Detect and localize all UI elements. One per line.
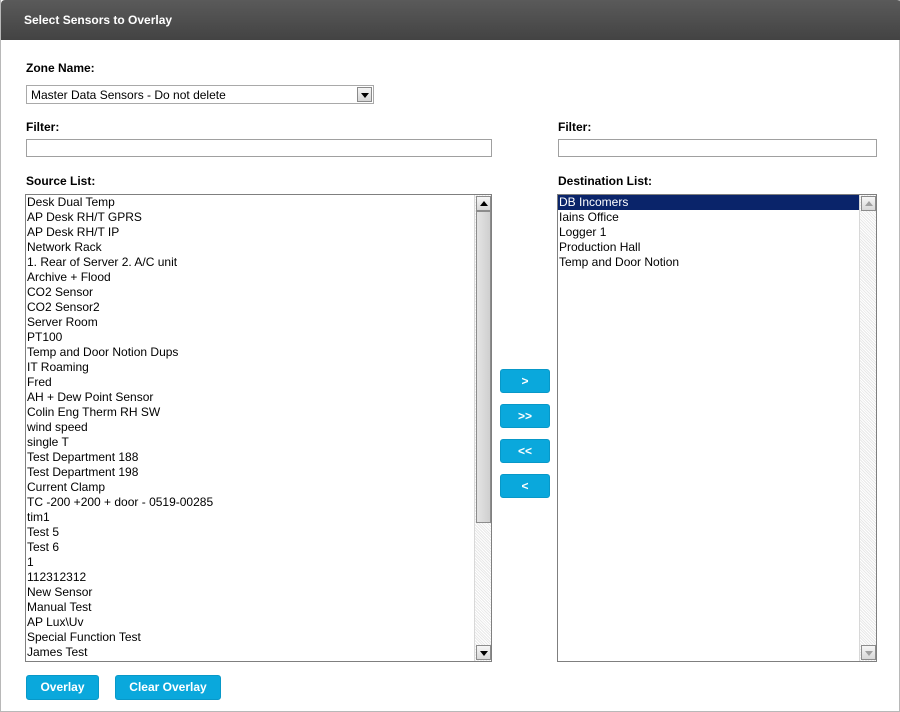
source-list-item[interactable]: 112312312 [26,570,474,585]
scroll-down-arrow-icon[interactable] [476,645,491,660]
source-list-item[interactable]: single T [26,435,474,450]
source-list-item[interactable]: AP Desk RH/T IP [26,225,474,240]
source-filter-label: Filter: [26,120,60,134]
destination-filter-input[interactable] [558,139,877,157]
source-list-item[interactable]: Test Department 188 [26,450,474,465]
destination-list-item[interactable]: Temp and Door Notion [558,255,859,270]
source-list-item[interactable]: 1. Rear of Server 2. A/C unit [26,255,474,270]
add-selected-button[interactable]: > [500,369,550,393]
source-list-item[interactable]: Colin Eng Therm RH SW [26,405,474,420]
source-list-item[interactable]: IT Roaming [26,360,474,375]
destination-list-label: Destination List: [558,174,653,188]
scroll-up-arrow-icon[interactable] [476,196,491,211]
zone-name-value: Master Data Sensors - Do not delete [31,88,226,102]
source-list-item[interactable]: 1 [26,555,474,570]
destination-list[interactable]: DB Incomers Iains Office Logger 1 Productio… [557,194,877,662]
source-list-item[interactable]: Test Department 198 [26,465,474,480]
destination-list-item[interactable]: Logger 1 [558,225,859,240]
source-list-label: Source List: [26,174,96,188]
destination-list-scrollbar[interactable] [859,195,876,661]
dialog-title: Select Sensors to Overlay [1,0,900,40]
source-list-item[interactable]: New Sensor [26,585,474,600]
destination-list-item[interactable]: Iains Office [558,210,859,225]
source-list-item[interactable]: TC -200 +200 + door - 0519-00285 [26,495,474,510]
source-list-item[interactable]: CO2 Sensor2 [26,300,474,315]
source-list-item[interactable]: Fred [26,375,474,390]
source-list-item[interactable]: Test 5 [26,525,474,540]
source-list-item[interactable]: wind speed [26,420,474,435]
source-list-item[interactable]: Test 6 [26,540,474,555]
scroll-up-arrow-icon[interactable] [861,196,876,211]
destination-list-item[interactable]: DB Incomers [558,195,859,210]
source-list-item[interactable]: Archive + Flood [26,270,474,285]
source-list[interactable]: Desk Dual Temp AP Desk RH/T GPRS AP Desk R… [25,194,492,662]
scroll-thumb[interactable] [476,211,491,523]
source-filter-input[interactable] [26,139,492,157]
source-list-item[interactable]: Current Clamp [26,480,474,495]
destination-filter-label: Filter: [558,120,592,134]
source-list-item[interactable]: AP Lux\Uv [26,615,474,630]
source-list-item[interactable]: Special Function Test [26,630,474,645]
source-list-item[interactable]: Desk Dual Temp [26,195,474,210]
source-list-item[interactable]: Network Rack [26,240,474,255]
chevron-down-icon[interactable] [357,87,372,102]
overlay-dialog: Select Sensors to Overlay Zone Name: Mas… [0,0,900,712]
destination-list-items: DB Incomers Iains Office Logger 1 Productio… [558,195,859,270]
clear-overlay-button[interactable]: Clear Overlay [115,675,221,700]
remove-all-button[interactable]: << [500,439,550,463]
source-list-item[interactable]: Temp and Door Notion Dups [26,345,474,360]
destination-list-item[interactable]: Production Hall [558,240,859,255]
source-list-item[interactable]: AP Desk RH/T GPRS [26,210,474,225]
add-all-button[interactable]: >> [500,404,550,428]
source-list-item[interactable]: CO2 Sensor [26,285,474,300]
source-list-item[interactable]: Server Room [26,315,474,330]
source-list-items: Desk Dual Temp AP Desk RH/T GPRS AP Desk R… [26,195,474,660]
source-list-item[interactable]: Manual Test [26,600,474,615]
zone-name-label: Zone Name: [26,61,95,75]
zone-name-select[interactable]: Master Data Sensors - Do not delete [26,85,374,104]
source-list-item[interactable]: AH + Dew Point Sensor [26,390,474,405]
remove-selected-button[interactable]: < [500,474,550,498]
source-list-item[interactable]: PT100 [26,330,474,345]
source-list-item[interactable]: tim1 [26,510,474,525]
source-list-item[interactable]: James Test [26,645,474,660]
scroll-down-arrow-icon[interactable] [861,645,876,660]
source-list-scrollbar[interactable] [474,195,491,661]
overlay-button[interactable]: Overlay [26,675,99,700]
